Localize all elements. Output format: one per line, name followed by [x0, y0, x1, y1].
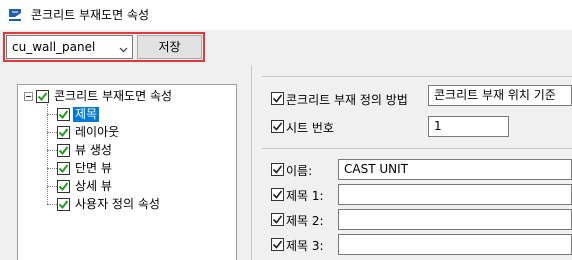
tree-item-title[interactable]: 제목: [73, 107, 100, 122]
work-area: 콘크리트 부재도면 속성 제목 레이아웃 뷰 생성 단면 뷰 상세 뷰 사용자 …: [0, 66, 572, 260]
tree-item-section-view-checkbox[interactable]: [57, 162, 70, 175]
name-checkbox[interactable]: [271, 163, 284, 176]
definition-method-dropdown[interactable]: 콘크리트 부재 위치 기준: [428, 85, 572, 106]
title-bar: 콘크리트 부재도면 속성: [0, 0, 572, 30]
sheet-number-label: 시트 번호: [286, 121, 334, 135]
tree-item-user-attributes[interactable]: 사용자 정의 속성: [75, 197, 160, 212]
save-button[interactable]: 저장: [137, 35, 202, 59]
title1-checkbox[interactable]: [271, 188, 284, 201]
divider: [262, 76, 572, 77]
title3-label: 제목 3:: [286, 239, 324, 253]
tree-connector: [47, 150, 57, 151]
chevron-down-icon: [119, 43, 128, 53]
preset-dropdown[interactable]: cu_wall_panel: [6, 35, 133, 59]
tree-connector: [47, 168, 57, 169]
collapse-toggle-icon[interactable]: [24, 92, 33, 101]
definition-method-label: 콘크리트 부재 정의 방법: [286, 93, 408, 107]
tree-connector: [47, 132, 57, 133]
preset-value: cu_wall_panel: [12, 40, 96, 54]
tree-connector: [47, 186, 57, 187]
tree-item-section-view[interactable]: 단면 뷰: [75, 161, 112, 176]
toolbar: cu_wall_panel 저장: [0, 30, 572, 67]
tree-root-label[interactable]: 콘크리트 부재도면 속성: [54, 89, 172, 104]
tree-item-user-attributes-checkbox[interactable]: [57, 198, 70, 211]
tree-root-checkbox[interactable]: [36, 90, 49, 103]
sheet-number-checkbox[interactable]: [271, 120, 284, 133]
title2-label: 제목 2:: [286, 214, 324, 228]
tree-connector: [47, 104, 48, 204]
title1-label: 제목 1:: [286, 189, 324, 203]
sheet-number-input[interactable]: 1: [428, 116, 509, 137]
tree-item-layout-checkbox[interactable]: [57, 126, 70, 139]
definition-method-checkbox[interactable]: [271, 92, 284, 105]
title3-input[interactable]: [338, 234, 572, 255]
name-input[interactable]: CAST UNIT: [338, 159, 572, 180]
divider: [262, 148, 572, 149]
attribute-tree: 콘크리트 부재도면 속성 제목 레이아웃 뷰 생성 단면 뷰 상세 뷰 사용자 …: [17, 84, 237, 260]
tree-item-layout[interactable]: 레이아웃: [75, 125, 119, 140]
app-icon: [8, 8, 22, 22]
window-title: 콘크리트 부재도면 속성: [31, 8, 150, 22]
tree-connector: [47, 114, 57, 115]
tree-item-title-checkbox[interactable]: [57, 108, 70, 121]
title2-input[interactable]: [338, 209, 572, 230]
title2-checkbox[interactable]: [271, 213, 284, 226]
tree-item-detail-view-checkbox[interactable]: [57, 180, 70, 193]
tree-item-detail-view[interactable]: 상세 뷰: [75, 179, 112, 194]
name-label: 이름:: [286, 164, 313, 178]
title1-input[interactable]: [338, 184, 572, 205]
tree-item-view-creation-checkbox[interactable]: [57, 144, 70, 157]
tree-connector: [47, 204, 57, 205]
properties-panel: 콘크리트 부재 정의 방법 콘크리트 부재 위치 기준 시트 번호 1 이름: …: [262, 66, 572, 260]
tree-item-view-creation[interactable]: 뷰 생성: [75, 143, 112, 158]
panel-splitter[interactable]: [251, 66, 252, 260]
title3-checkbox[interactable]: [271, 238, 284, 251]
